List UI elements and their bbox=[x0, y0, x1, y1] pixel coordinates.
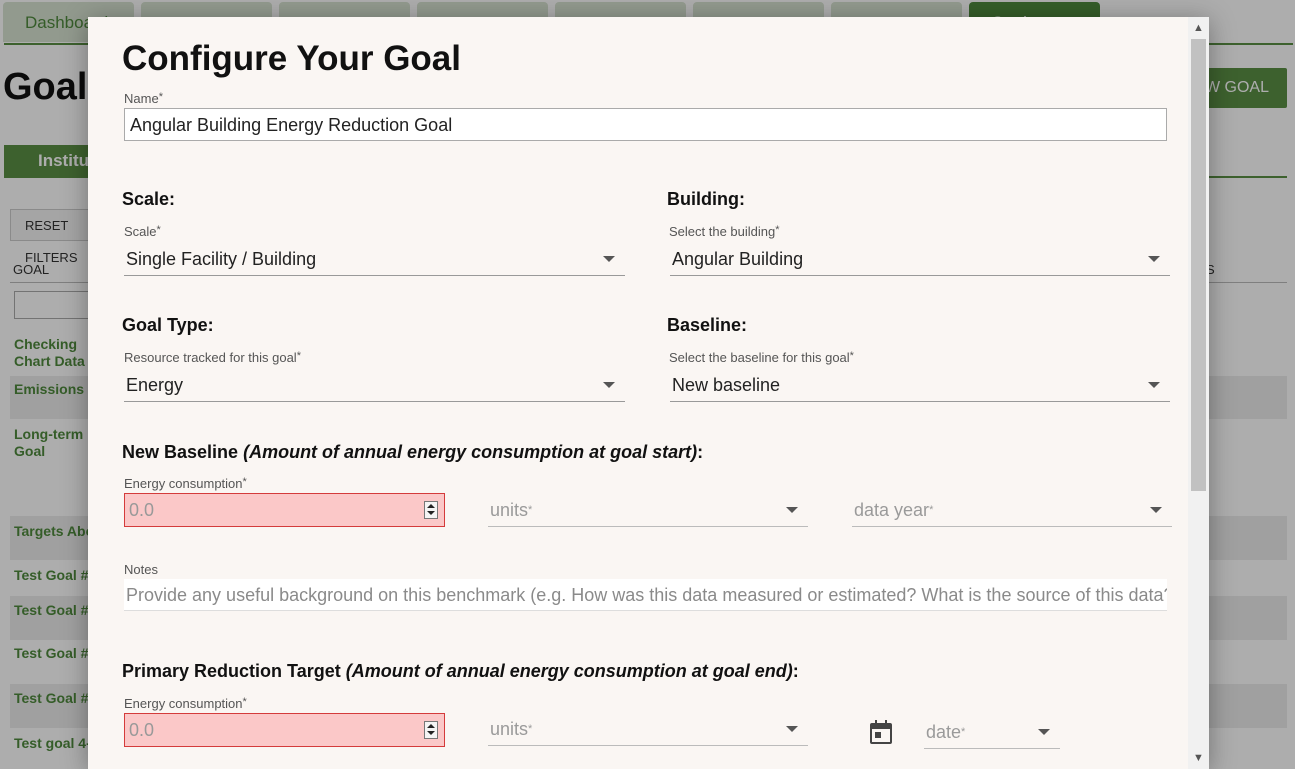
primary-target-heading: Primary Reduction Target (Amount of annu… bbox=[122, 661, 799, 681]
chevron-down-icon bbox=[1148, 382, 1160, 388]
data-year-placeholder: data year bbox=[854, 500, 930, 520]
goal-type-heading: Goal Type: bbox=[122, 315, 214, 335]
scale-select[interactable]: Single Facility / Building bbox=[124, 244, 625, 276]
target-date-select[interactable]: date* bbox=[924, 717, 1060, 749]
baseline-consumption-placeholder: 0.0 bbox=[129, 500, 155, 520]
baseline-heading: Baseline: bbox=[667, 315, 748, 335]
chevron-down-icon bbox=[1148, 256, 1160, 262]
baseline-data-year-select[interactable]: data year* bbox=[852, 495, 1172, 527]
scale-heading: Scale: bbox=[122, 189, 176, 209]
chevron-down-icon bbox=[786, 507, 798, 513]
baseline-units-select[interactable]: units* bbox=[488, 495, 808, 527]
building-label: Select the building* bbox=[669, 224, 780, 239]
chevron-down-icon bbox=[1038, 729, 1050, 735]
scale-label: Scale* bbox=[124, 224, 161, 239]
goal-type-label: Resource tracked for this goal* bbox=[124, 350, 301, 365]
baseline-consumption-input[interactable]: 0.0 bbox=[124, 493, 445, 527]
calendar-icon[interactable] bbox=[870, 720, 892, 744]
resource-select[interactable]: Energy bbox=[124, 370, 625, 402]
chevron-down-icon bbox=[1150, 507, 1162, 513]
chevron-down-icon bbox=[603, 256, 615, 262]
dialog-title: Configure Your Goal bbox=[122, 39, 461, 78]
notes-label: Notes bbox=[124, 562, 158, 577]
units-placeholder: units bbox=[490, 719, 529, 739]
target-consumption-placeholder: 0.0 bbox=[129, 720, 155, 740]
notes-input[interactable]: Provide any useful background on this be… bbox=[124, 579, 1167, 611]
scroll-down-icon[interactable]: ▼ bbox=[1188, 749, 1209, 767]
units-placeholder: units bbox=[490, 500, 529, 520]
building-heading: Building: bbox=[667, 189, 745, 209]
building-select-value: Angular Building bbox=[672, 249, 804, 269]
baseline-consumption-label: Energy consumption* bbox=[124, 476, 247, 491]
scroll-up-icon[interactable]: ▲ bbox=[1188, 19, 1209, 37]
new-baseline-heading: New Baseline (Amount of annual energy co… bbox=[122, 442, 704, 462]
name-label: Name* bbox=[124, 91, 163, 106]
baseline-label: Select the baseline for this goal* bbox=[669, 350, 854, 365]
date-placeholder: date bbox=[926, 722, 962, 742]
baseline-select[interactable]: New baseline bbox=[670, 370, 1170, 402]
target-consumption-label: Energy consumption* bbox=[124, 696, 247, 711]
configure-goal-dialog: Configure Your Goal Name* Angular Buildi… bbox=[88, 17, 1209, 769]
chevron-down-icon bbox=[603, 382, 615, 388]
dialog-scrollbar[interactable]: ▲ ▼ bbox=[1188, 17, 1209, 769]
chevron-down-icon bbox=[786, 726, 798, 732]
scale-select-value: Single Facility / Building bbox=[126, 249, 317, 269]
building-select[interactable]: Angular Building bbox=[670, 244, 1170, 276]
number-spinner-icon[interactable] bbox=[424, 721, 438, 739]
scrollbar-thumb[interactable] bbox=[1191, 39, 1206, 491]
target-units-select[interactable]: units* bbox=[488, 714, 808, 746]
target-consumption-input[interactable]: 0.0 bbox=[124, 713, 445, 747]
baseline-select-value: New baseline bbox=[672, 375, 781, 395]
number-spinner-icon[interactable] bbox=[424, 501, 438, 519]
name-input[interactable]: Angular Building Energy Reduction Goal bbox=[124, 108, 1167, 141]
resource-select-value: Energy bbox=[126, 375, 184, 395]
